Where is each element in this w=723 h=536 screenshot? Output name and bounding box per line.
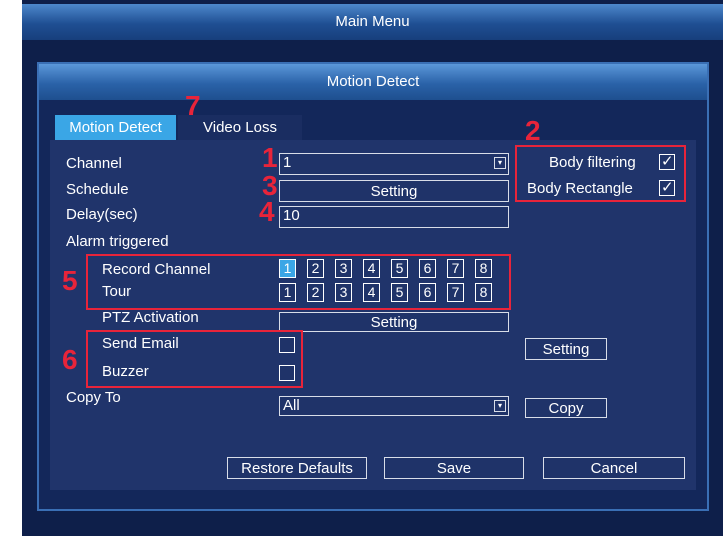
buzzer-label: Buzzer — [102, 363, 149, 380]
copy-button[interactable]: Copy — [525, 398, 607, 418]
record-channel-box-4[interactable]: 4 — [363, 259, 380, 278]
main-menu-header: Main Menu — [22, 4, 723, 40]
cancel-button[interactable]: Cancel — [543, 457, 685, 479]
annotation-number-7: 7 — [185, 90, 201, 121]
tour-box-3[interactable]: 3 — [335, 283, 352, 302]
delay-label: Delay(sec) — [66, 206, 138, 223]
tour-label: Tour — [102, 283, 132, 300]
buzzer-checkbox[interactable] — [279, 365, 295, 381]
body-filtering-label: Body filtering — [549, 154, 636, 171]
body-filtering-checkbox[interactable] — [659, 152, 675, 170]
body-rectangle-label: Body Rectangle — [527, 180, 633, 197]
copy-to-label: Copy To — [66, 389, 121, 406]
record-channel-box-3[interactable]: 3 — [335, 259, 352, 278]
tour-box-6[interactable]: 6 — [419, 283, 436, 302]
record-channel-box-8[interactable]: 8 — [475, 259, 492, 278]
tour-box-2[interactable]: 2 — [307, 283, 324, 302]
annotation-number-1: 1 — [262, 142, 278, 173]
ptz-setting-button[interactable]: Setting — [279, 312, 509, 332]
schedule-setting-button[interactable]: Setting — [279, 180, 509, 202]
copy-to-select[interactable]: All ▾ — [279, 396, 509, 416]
save-button[interactable]: Save — [384, 457, 524, 479]
channel-label: Channel — [66, 155, 122, 172]
dropdown-arrow-icon: ▾ — [494, 400, 506, 412]
record-channel-grid: 1 2 3 4 5 6 7 8 — [279, 259, 509, 281]
tour-grid: 1 2 3 4 5 6 7 8 — [279, 283, 509, 305]
record-channel-label: Record Channel — [102, 261, 211, 278]
email-setting-button[interactable]: Setting — [525, 338, 607, 360]
annotation-number-2: 2 — [525, 115, 541, 146]
send-email-checkbox[interactable] — [279, 337, 295, 353]
tour-box-8[interactable]: 8 — [475, 283, 492, 302]
record-channel-box-5[interactable]: 5 — [391, 259, 408, 278]
record-channel-box-7[interactable]: 7 — [447, 259, 464, 278]
record-channel-box-1[interactable]: 1 — [279, 259, 296, 278]
restore-defaults-button[interactable]: Restore Defaults — [227, 457, 367, 479]
tour-box-7[interactable]: 7 — [447, 283, 464, 302]
annotation-number-4: 4 — [259, 196, 275, 227]
copy-to-value: All — [283, 397, 300, 414]
channel-value: 1 — [283, 154, 292, 171]
record-channel-box-6[interactable]: 6 — [419, 259, 436, 278]
ptz-activation-label: PTZ Activation — [102, 309, 199, 326]
dropdown-arrow-icon: ▾ — [494, 157, 506, 169]
tab-motion-detect[interactable]: Motion Detect — [55, 115, 176, 141]
tour-box-1[interactable]: 1 — [279, 283, 296, 302]
tour-box-4[interactable]: 4 — [363, 283, 380, 302]
body-rectangle-checkbox[interactable] — [659, 178, 675, 196]
tour-box-5[interactable]: 5 — [391, 283, 408, 302]
schedule-label: Schedule — [66, 181, 129, 198]
send-email-label: Send Email — [102, 335, 179, 352]
annotation-number-5: 5 — [62, 265, 78, 296]
alarm-triggered-label: Alarm triggered — [66, 233, 169, 250]
channel-select[interactable]: 1 ▾ — [279, 153, 509, 175]
dialog-title: Motion Detect — [39, 64, 707, 100]
record-channel-box-2[interactable]: 2 — [307, 259, 324, 278]
delay-input[interactable]: 10 — [279, 206, 509, 228]
annotation-number-6: 6 — [62, 344, 78, 375]
